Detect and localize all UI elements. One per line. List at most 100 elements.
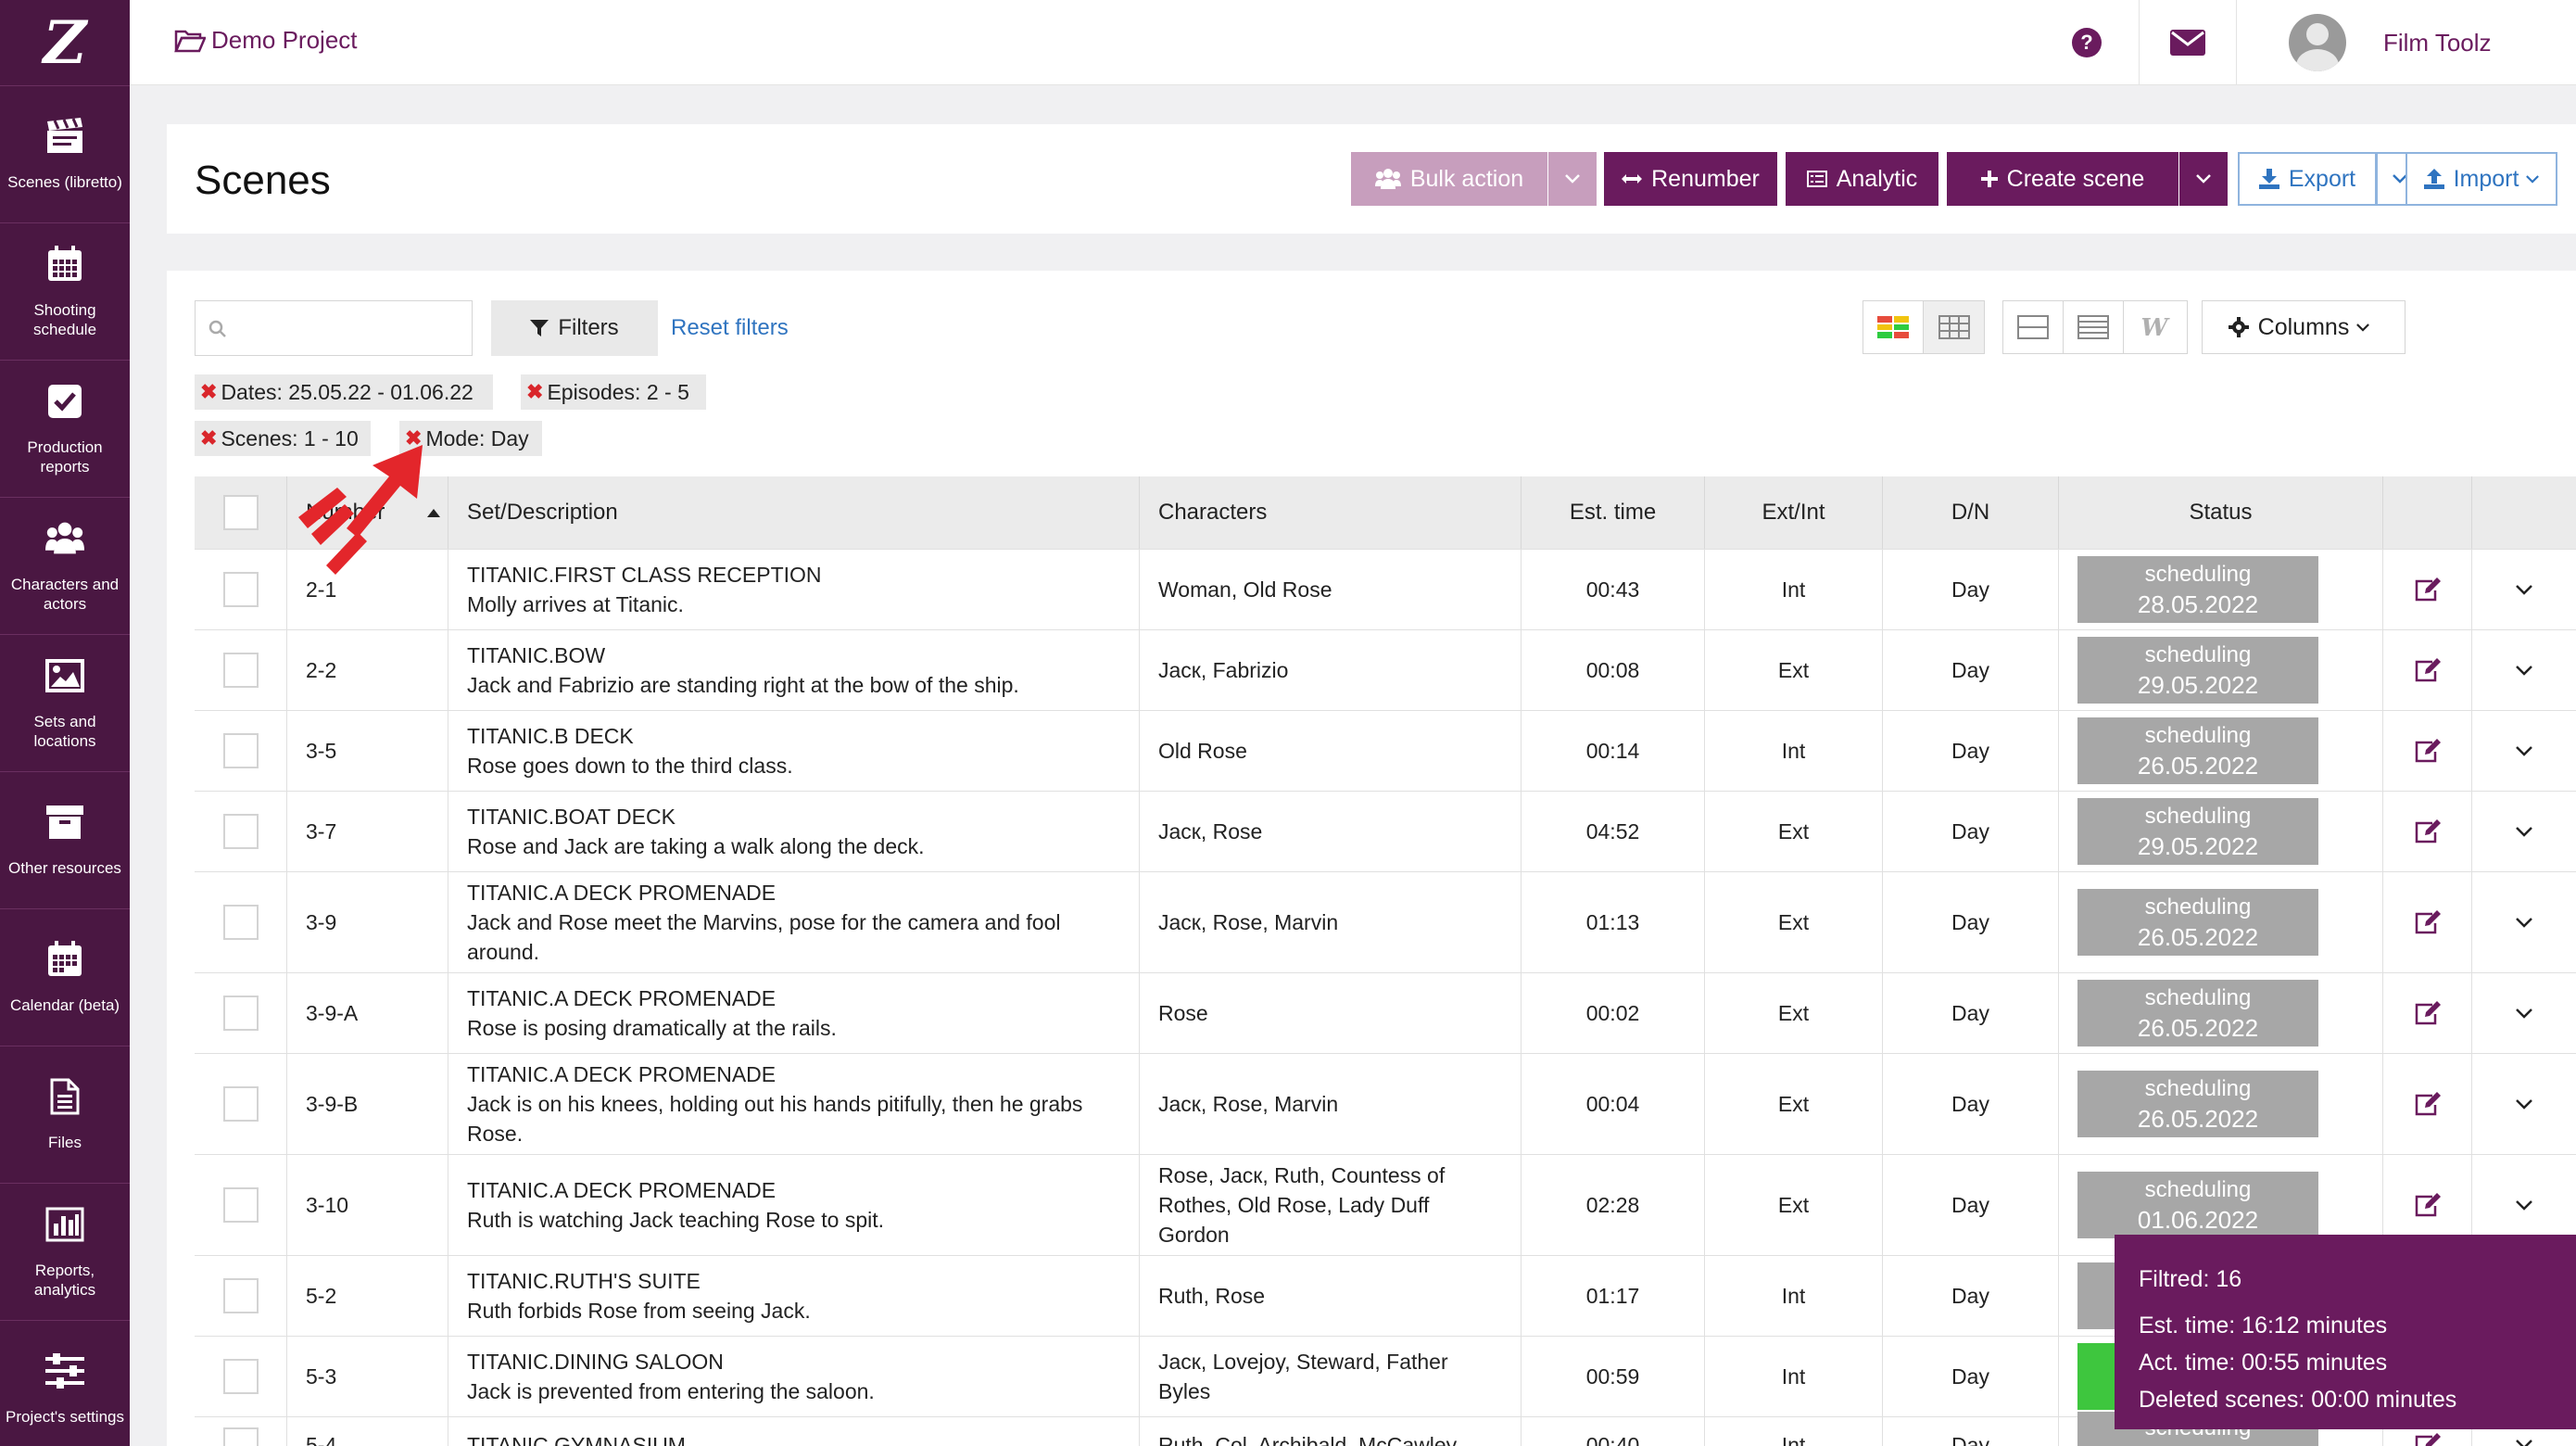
import-button[interactable]: Import [2406, 152, 2557, 206]
table-row[interactable]: 2-2 TITANIC.BOW Jack and Fabrizio are stan… [195, 629, 2576, 710]
row-checkbox[interactable] [222, 653, 259, 688]
select-all-checkbox[interactable] [222, 495, 259, 530]
row-checkbox[interactable] [222, 1427, 259, 1446]
expand-button[interactable] [2472, 630, 2576, 710]
remove-filter-icon[interactable]: ✖ [526, 380, 543, 404]
header-set[interactable]: Set/Description [448, 476, 1140, 549]
sidebar-item-files[interactable]: Files [0, 1046, 130, 1183]
table-row[interactable]: 3-9-B TITANIC.A DECK PROMENADE Jack is on … [195, 1053, 2576, 1154]
table-row[interactable]: 3-5 TITANIC.B DECK Rose goes down to the t… [195, 710, 2576, 791]
sidebar-item-sets[interactable]: Sets and locations [0, 634, 130, 771]
remove-filter-icon[interactable]: ✖ [200, 380, 217, 404]
create-scene-dropdown[interactable] [2179, 152, 2228, 206]
user-menu[interactable]: Film Toolz [2289, 0, 2492, 85]
sidebar-item-production-reports[interactable]: Production reports [0, 360, 130, 497]
edit-button[interactable] [2383, 792, 2472, 871]
remove-filter-icon[interactable]: ✖ [200, 426, 217, 450]
messages-button[interactable] [2139, 0, 2237, 85]
scene-dn: Day [1883, 630, 2059, 710]
app-logo[interactable]: Z [0, 0, 130, 85]
header-est-time[interactable]: Est. time [1522, 476, 1705, 549]
edit-button[interactable] [2383, 711, 2472, 791]
sidebar-item-scenes[interactable]: Scenes (libretto) [0, 85, 130, 222]
status-badge[interactable]: scheduling 29.05.2022 [2077, 637, 2318, 704]
scene-set: TITANIC.RUTH'S SUITE [467, 1269, 701, 1293]
header-status[interactable]: Status [2059, 476, 2383, 549]
chevron-down-icon [2516, 1199, 2532, 1211]
sidebar-item-reports[interactable]: Reports, analytics [0, 1183, 130, 1320]
help-button[interactable]: ? [2065, 20, 2109, 65]
renumber-button[interactable]: Renumber [1604, 152, 1777, 206]
sidebar-item-label: Characters and actors [10, 575, 120, 613]
sidebar-item-other-resources[interactable]: Other resources [0, 771, 130, 908]
scene-set-cell: TITANIC.B DECK Rose goes down to the thir… [448, 711, 1140, 791]
table-row[interactable]: 3-9-A TITANIC.A DECK PROMENADE Rose is pos… [195, 972, 2576, 1053]
scene-est-time: 00:02 [1522, 973, 1705, 1053]
scene-set: TITANIC.B DECK [467, 724, 634, 748]
expand-button[interactable] [2472, 792, 2576, 871]
export-button[interactable]: Export [2238, 152, 2377, 206]
chevron-down-icon [2516, 584, 2532, 595]
status-badge[interactable]: scheduling 28.05.2022 [2077, 556, 2318, 623]
expand-button[interactable] [2472, 973, 2576, 1053]
rows-large-button[interactable] [2003, 301, 2064, 353]
header-ext-int[interactable]: Ext/Int [1705, 476, 1883, 549]
scene-characters: Jacк, Fabrizio [1140, 630, 1522, 710]
edit-button[interactable] [2383, 973, 2472, 1053]
scene-dn: Day [1883, 711, 2059, 791]
status-badge[interactable]: scheduling 01.06.2022 [2077, 1172, 2318, 1238]
header-dn[interactable]: D/N [1883, 476, 2059, 549]
edit-button[interactable] [2383, 550, 2472, 629]
status-badge[interactable]: scheduling 26.05.2022 [2077, 889, 2318, 956]
reset-filters-link[interactable]: Reset filters [671, 315, 789, 341]
rows-compact-button[interactable] [2064, 301, 2124, 353]
expand-button[interactable] [2472, 872, 2576, 972]
columns-button[interactable]: Columns [2202, 300, 2406, 354]
upload-icon [2423, 169, 2444, 189]
bulk-action-button[interactable]: Bulk action [1351, 152, 1547, 206]
row-checkbox[interactable] [222, 1359, 259, 1394]
filter-chip-episodes[interactable]: ✖ Episodes: 2 - 5 [521, 374, 706, 410]
row-checkbox[interactable] [222, 1187, 259, 1223]
scene-ext-int: Int [1705, 550, 1883, 629]
status-badge[interactable]: scheduling 26.05.2022 [2077, 980, 2318, 1046]
sidebar-item-characters[interactable]: Characters and actors [0, 497, 130, 634]
table-row[interactable]: 3-9 TITANIC.A DECK PROMENADE Jack and Rose… [195, 871, 2576, 972]
color-table-view-button[interactable] [1863, 301, 1924, 353]
tooltip-act-time: Act. time: 00:55 minutes [2139, 1350, 2388, 1376]
table-row[interactable]: 2-1 TITANIC.FIRST CLASS RECEPTION Molly ar… [195, 549, 2576, 629]
edit-button[interactable] [2383, 872, 2472, 972]
sidebar-item-shooting-schedule[interactable]: Shooting schedule [0, 222, 130, 360]
filter-chip-dates[interactable]: ✖ Dates: 25.05.22 - 01.06.22 [195, 374, 493, 410]
search-input[interactable] [195, 300, 473, 356]
status-badge[interactable]: scheduling 29.05.2022 [2077, 798, 2318, 865]
expand-button[interactable] [2472, 711, 2576, 791]
status-badge[interactable]: scheduling 26.05.2022 [2077, 717, 2318, 784]
row-checkbox[interactable] [222, 905, 259, 940]
row-checkbox[interactable] [222, 996, 259, 1031]
bar-chart-icon [45, 1205, 84, 1244]
edit-button[interactable] [2383, 630, 2472, 710]
create-scene-button[interactable]: Create scene [1947, 152, 2178, 206]
status-badge[interactable]: scheduling 26.05.2022 [2077, 1071, 2318, 1137]
table-row[interactable]: 3-7 TITANIC.BOAT DECK Rose and Jack are ta… [195, 791, 2576, 871]
expand-button[interactable] [2472, 1054, 2576, 1154]
word-view-button[interactable]: W [2124, 301, 2184, 353]
scene-dn: Day [1883, 1256, 2059, 1336]
row-checkbox[interactable] [222, 572, 259, 607]
sidebar-item-calendar[interactable]: Calendar (beta) [0, 908, 130, 1046]
filters-button[interactable]: Filters [491, 300, 658, 356]
table-view-button[interactable] [1924, 301, 1984, 353]
analytic-button[interactable]: Analytic [1786, 152, 1938, 206]
row-checkbox[interactable] [222, 1278, 259, 1313]
row-checkbox[interactable] [222, 1086, 259, 1122]
edit-button[interactable] [2383, 1054, 2472, 1154]
row-checkbox[interactable] [222, 814, 259, 849]
row-checkbox[interactable] [222, 733, 259, 768]
expand-button[interactable] [2472, 550, 2576, 629]
header-characters[interactable]: Characters [1140, 476, 1522, 549]
sidebar-item-settings[interactable]: Project's settings [0, 1320, 130, 1446]
image-icon [45, 656, 84, 695]
bulk-action-dropdown[interactable] [1548, 152, 1597, 206]
project-selector[interactable]: Demo Project [174, 26, 358, 55]
